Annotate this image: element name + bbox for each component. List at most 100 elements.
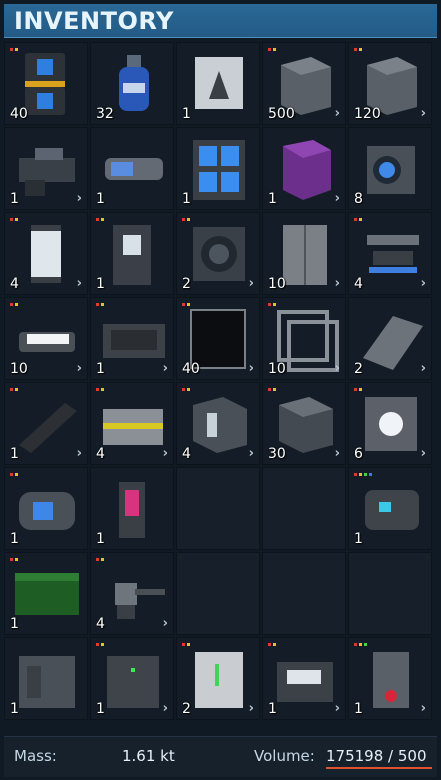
inventory-slot-empty[interactable] [348,552,432,635]
inventory-slot[interactable]: 4 › [4,212,88,295]
chevron-right-icon[interactable]: › [249,446,254,461]
inventory-slot[interactable]: 40 [4,42,88,125]
inventory-slot[interactable]: 1 [90,212,174,295]
chevron-right-icon[interactable]: › [249,276,254,291]
slot-quantity: 2 [354,361,363,377]
inventory-slot[interactable]: 1 › [4,382,88,465]
slot-quantity: 2 [182,701,191,717]
inventory-slot[interactable]: 10 › [262,297,346,380]
slot-quantity: 1 [96,531,105,547]
mass-value: 1.61 kt [122,747,175,765]
chevron-right-icon[interactable]: › [77,191,82,206]
inventory-slot[interactable]: 4 › [90,382,174,465]
chevron-right-icon[interactable]: › [77,276,82,291]
chevron-right-icon[interactable]: › [421,361,426,376]
chevron-right-icon[interactable]: › [335,701,340,716]
slot-quantity: 1 [10,531,19,547]
volume-value: 175198 / 500 [326,747,427,765]
inventory-slot[interactable]: 2 › [176,212,260,295]
inventory-slot[interactable]: 10 › [262,212,346,295]
slot-quantity: 4 [10,276,19,292]
chevron-right-icon[interactable]: › [163,616,168,631]
inventory-slot[interactable]: 1 › [262,127,346,210]
chevron-right-icon[interactable]: › [421,701,426,716]
inventory-slot[interactable]: 500 › [262,42,346,125]
inventory-slot[interactable]: 1 › [348,637,432,720]
chevron-right-icon[interactable]: › [335,361,340,376]
chevron-right-icon[interactable]: › [163,361,168,376]
slot-quantity: 6 [354,446,363,462]
slot-quantity: 1 [268,191,277,207]
slot-quantity: 500 [268,106,295,122]
slot-quantity: 1 [182,106,191,122]
chevron-right-icon[interactable]: › [163,701,168,716]
chevron-right-icon[interactable]: › [335,276,340,291]
chevron-right-icon[interactable]: › [421,276,426,291]
slot-quantity: 2 [182,276,191,292]
slot-quantity: 1 [10,191,19,207]
chevron-right-icon[interactable]: › [249,701,254,716]
slot-quantity: 40 [182,361,200,377]
slot-quantity: 10 [268,361,286,377]
inventory-slot[interactable]: 2 › [348,297,432,380]
inventory-slot[interactable]: 120 › [348,42,432,125]
inventory-slot[interactable]: 1 [90,467,174,550]
inventory-panel: INVENTORY 40 32 1 500 › 120 › 1 › 1 1 1 › 8 4 › 1 2 › 10 › 4 ›… [0,0,441,780]
inventory-slot-empty[interactable] [262,552,346,635]
inventory-slot[interactable]: 2 › [176,637,260,720]
slot-quantity: 1 [182,191,191,207]
slot-quantity: 4 [182,446,191,462]
slot-quantity: 1 [10,616,19,632]
inventory-grid: 40 32 1 500 › 120 › 1 › 1 1 1 › 8 4 › 1 2 › 10 › 4 › 10 › 1 › 40 › 10… [4,42,432,720]
inventory-slot[interactable]: 1 [348,467,432,550]
chevron-right-icon[interactable]: › [77,361,82,376]
inventory-footer: Mass: 1.61 kt Volume: 175198 / 500 [4,736,437,777]
inventory-slot[interactable]: 1 [176,127,260,210]
slot-quantity: 1 [10,446,19,462]
inventory-slot[interactable]: 1 [4,637,88,720]
inventory-slot[interactable]: 1 [4,467,88,550]
slot-quantity: 40 [10,106,28,122]
slot-quantity: 1 [10,701,19,717]
slot-quantity: 120 [354,106,381,122]
slot-quantity: 1 [96,276,105,292]
inventory-slot[interactable]: 4 › [348,212,432,295]
slot-quantity: 10 [268,276,286,292]
chevron-right-icon[interactable]: › [421,446,426,461]
inventory-slot[interactable]: 1 › [4,127,88,210]
chevron-right-icon[interactable]: › [421,106,426,121]
slot-quantity: 4 [96,446,105,462]
slot-quantity: 1 [96,191,105,207]
chevron-right-icon[interactable]: › [335,446,340,461]
chevron-right-icon[interactable]: › [77,446,82,461]
inventory-title: INVENTORY [14,7,174,35]
inventory-slot[interactable]: 4 › [176,382,260,465]
inventory-slot[interactable]: 32 [90,42,174,125]
inventory-slot[interactable]: 10 › [4,297,88,380]
inventory-slot[interactable]: 4 › [90,552,174,635]
inventory-slot-empty[interactable] [176,552,260,635]
inventory-slot[interactable]: 30 › [262,382,346,465]
inventory-slot[interactable]: 1 › [90,297,174,380]
inventory-slot[interactable]: 1 › [90,637,174,720]
inventory-slot[interactable]: 1 › [262,637,346,720]
inventory-slot[interactable]: 1 [176,42,260,125]
inventory-slot[interactable]: 6 › [348,382,432,465]
slot-quantity: 1 [354,701,363,717]
slot-quantity: 1 [96,361,105,377]
inventory-slot-empty[interactable] [176,467,260,550]
chevron-right-icon[interactable]: › [335,191,340,206]
volume-overflow-bar [326,767,432,769]
inventory-slot-empty[interactable] [262,467,346,550]
chevron-right-icon[interactable]: › [249,361,254,376]
inventory-slot[interactable]: 1 [4,552,88,635]
slot-quantity: 8 [354,191,363,207]
inventory-slot[interactable]: 40 › [176,297,260,380]
chevron-right-icon[interactable]: › [335,106,340,121]
inventory-slot[interactable]: 8 [348,127,432,210]
volume-label: Volume: [254,747,315,765]
slot-quantity: 10 [10,361,28,377]
chevron-right-icon[interactable]: › [163,446,168,461]
inventory-slot[interactable]: 1 [90,127,174,210]
inventory-header: INVENTORY [4,4,437,38]
